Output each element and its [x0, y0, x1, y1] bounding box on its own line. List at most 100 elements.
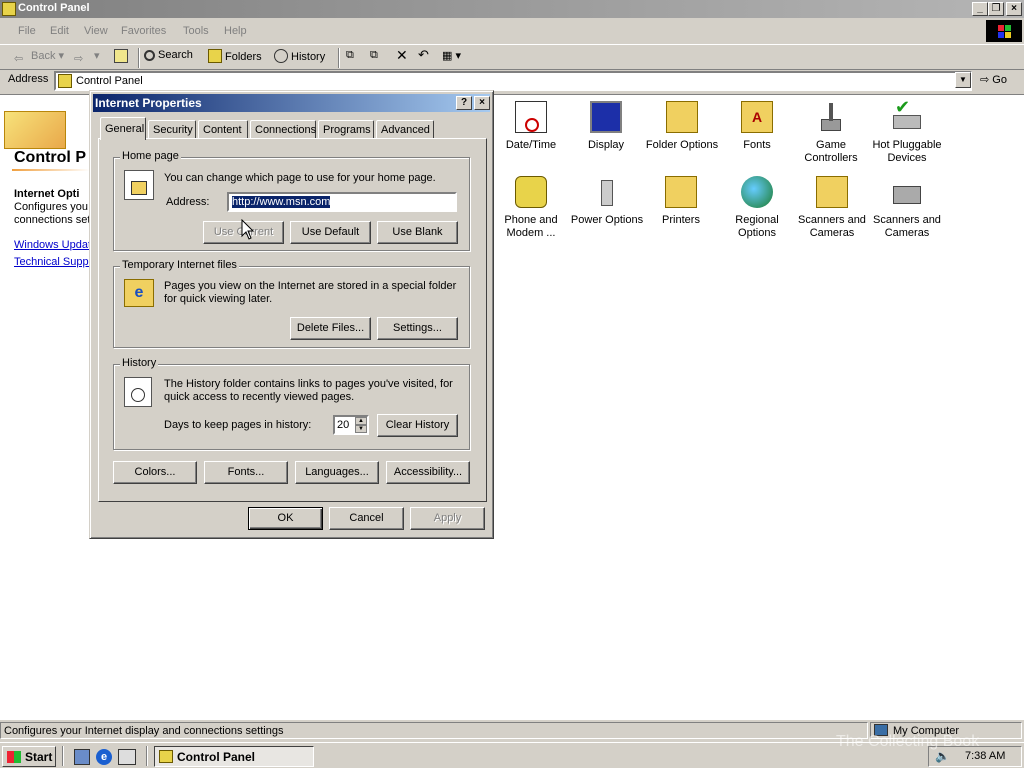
tab-security[interactable]: Security	[148, 120, 196, 139]
menu-help[interactable]: Help	[224, 25, 247, 37]
days-label: Days to keep pages in history:	[164, 419, 312, 431]
dialog-close-button[interactable]: ×	[474, 96, 490, 110]
search-icon	[144, 50, 155, 61]
address-dropdown-button[interactable]: ▼	[955, 72, 971, 88]
home-address-input[interactable]: http://www.msn.com	[227, 192, 457, 212]
scanners-cameras-item[interactable]: Scanners and Cameras	[794, 176, 870, 240]
back-arrow-icon: ⇦	[14, 53, 24, 65]
start-button[interactable]: Start	[2, 746, 56, 767]
history-button[interactable]: History	[274, 49, 325, 67]
fonts-button[interactable]: Fonts...	[204, 461, 288, 484]
address-label: Address	[8, 73, 49, 85]
outlook-express-icon[interactable]	[118, 749, 136, 765]
menu-edit[interactable]: Edit	[50, 25, 69, 37]
search-button[interactable]: Search	[144, 49, 193, 67]
back-button[interactable]: ⇦ Back ▾	[14, 49, 64, 67]
move-to-icon[interactable]: ⧉	[346, 49, 354, 67]
home-page-desc: You can change which page to use for you…	[164, 172, 436, 184]
folders-button[interactable]: Folders	[208, 49, 262, 67]
windows-flag-icon	[7, 751, 21, 763]
close-button[interactable]: ×	[1006, 2, 1022, 16]
up-button[interactable]	[114, 49, 131, 67]
clock[interactable]: 7:38 AM	[965, 750, 1005, 762]
cancel-button[interactable]: Cancel	[329, 507, 404, 530]
help-button[interactable]: ?	[456, 96, 472, 110]
minimize-button[interactable]: _	[972, 2, 988, 16]
left-panel-desc-1: Configures you	[14, 201, 88, 213]
menu-file[interactable]: File	[18, 25, 36, 37]
address-input[interactable]: Control Panel	[54, 71, 972, 91]
temp-files-legend: Temporary Internet files	[120, 259, 239, 271]
days-down-icon[interactable]: ▼	[355, 425, 367, 433]
undo-icon[interactable]: ↶	[418, 47, 429, 65]
control-panel-small-icon	[58, 74, 72, 88]
go-arrow-icon: ⇨	[980, 74, 990, 86]
apply-button[interactable]: Apply	[410, 507, 485, 530]
tab-content[interactable]: Content	[198, 120, 248, 139]
folder-options-item[interactable]: Folder Options	[644, 101, 720, 152]
menu-bar: File Edit View Favorites Tools Help	[0, 20, 1024, 42]
accessibility-button[interactable]: Accessibility...	[386, 461, 470, 484]
technical-support-link[interactable]: Technical Suppo	[14, 256, 95, 268]
settings-button[interactable]: Settings...	[377, 317, 458, 340]
languages-button[interactable]: Languages...	[295, 461, 379, 484]
taskbar-control-panel-button[interactable]: Control Panel	[154, 746, 314, 767]
regional-options-item[interactable]: Regional Options	[720, 176, 794, 240]
show-desktop-icon[interactable]	[74, 749, 90, 765]
toolbar: ⇦ Back ▾ ⇨ ▾ Search Folders History ⧉ ⧉ ✕…	[0, 44, 1024, 70]
tab-programs[interactable]: Programs	[318, 120, 374, 139]
regional-options-icon	[741, 176, 773, 208]
date-time-item[interactable]: Date/Time	[494, 101, 568, 152]
home-page-legend: Home page	[120, 150, 181, 162]
tab-general[interactable]: General	[100, 117, 146, 140]
fonts-item[interactable]: A Fonts	[720, 101, 794, 152]
hot-pluggable-item[interactable]: ✔ Hot Pluggable Devices	[868, 98, 946, 165]
forward-button[interactable]: ⇨ ▾	[74, 49, 100, 67]
internet-explorer-icon[interactable]: e	[96, 749, 112, 765]
control-panel-banner-icon	[4, 111, 66, 149]
tab-advanced[interactable]: Advanced	[376, 120, 434, 139]
window-title: Control Panel	[18, 2, 90, 14]
volume-icon[interactable]: 🔈	[935, 749, 950, 763]
clear-history-button[interactable]: Clear History	[377, 414, 458, 437]
use-blank-button[interactable]: Use Blank	[377, 221, 458, 244]
views-icon[interactable]: ▦ ▾	[442, 49, 461, 67]
go-button[interactable]: ⇨ Go	[980, 73, 1007, 86]
window-titlebar: Control Panel _ ❐ ×	[0, 0, 1024, 18]
phone-modem-item[interactable]: Phone and Modem ...	[494, 176, 568, 240]
menu-view[interactable]: View	[84, 25, 108, 37]
scanners-cameras-2-item[interactable]: Scanners and Cameras	[869, 176, 945, 240]
windows-update-link[interactable]: Windows Updat	[14, 239, 91, 251]
use-default-button[interactable]: Use Default	[290, 221, 371, 244]
tab-connections[interactable]: Connections	[250, 120, 316, 139]
printers-icon	[665, 176, 697, 208]
temp-desc-2: for quick viewing later.	[164, 293, 273, 305]
left-panel-heading: Control P	[14, 149, 86, 166]
menu-tools[interactable]: Tools	[183, 25, 209, 37]
printers-item[interactable]: Printers	[644, 176, 718, 227]
windows-logo-icon	[986, 20, 1022, 42]
display-icon	[590, 101, 622, 133]
ok-button[interactable]: OK	[248, 507, 323, 530]
left-panel-desc-2: connections set	[14, 214, 91, 226]
ie-folder-icon: e	[124, 279, 154, 307]
delete-files-button[interactable]: Delete Files...	[290, 317, 371, 340]
scanners-cameras-icon	[816, 176, 848, 208]
colors-button[interactable]: Colors...	[113, 461, 197, 484]
menu-favorites[interactable]: Favorites	[121, 25, 166, 37]
history-desc-1: The History folder contains links to pag…	[164, 378, 453, 390]
game-controllers-item[interactable]: Game Controllers	[794, 101, 868, 165]
address-bar: Address Control Panel ▼ ⇨ Go	[0, 70, 1024, 92]
delete-icon[interactable]: ✕	[396, 47, 408, 65]
restore-button[interactable]: ❐	[988, 2, 1004, 16]
history-group: History The History folder contains link…	[113, 357, 470, 450]
power-options-item[interactable]: Power Options	[569, 176, 645, 227]
days-up-icon[interactable]: ▲	[355, 417, 367, 425]
display-item[interactable]: Display	[569, 101, 643, 152]
copy-to-icon[interactable]: ⧉	[370, 49, 378, 67]
mouse-cursor-icon	[241, 219, 255, 240]
address-value: Control Panel	[76, 75, 143, 87]
temp-files-group: Temporary Internet files e Pages you vie…	[113, 259, 470, 348]
days-stepper[interactable]: 20 ▲ ▼	[333, 415, 369, 435]
home-address-value: http://www.msn.com	[232, 196, 331, 208]
